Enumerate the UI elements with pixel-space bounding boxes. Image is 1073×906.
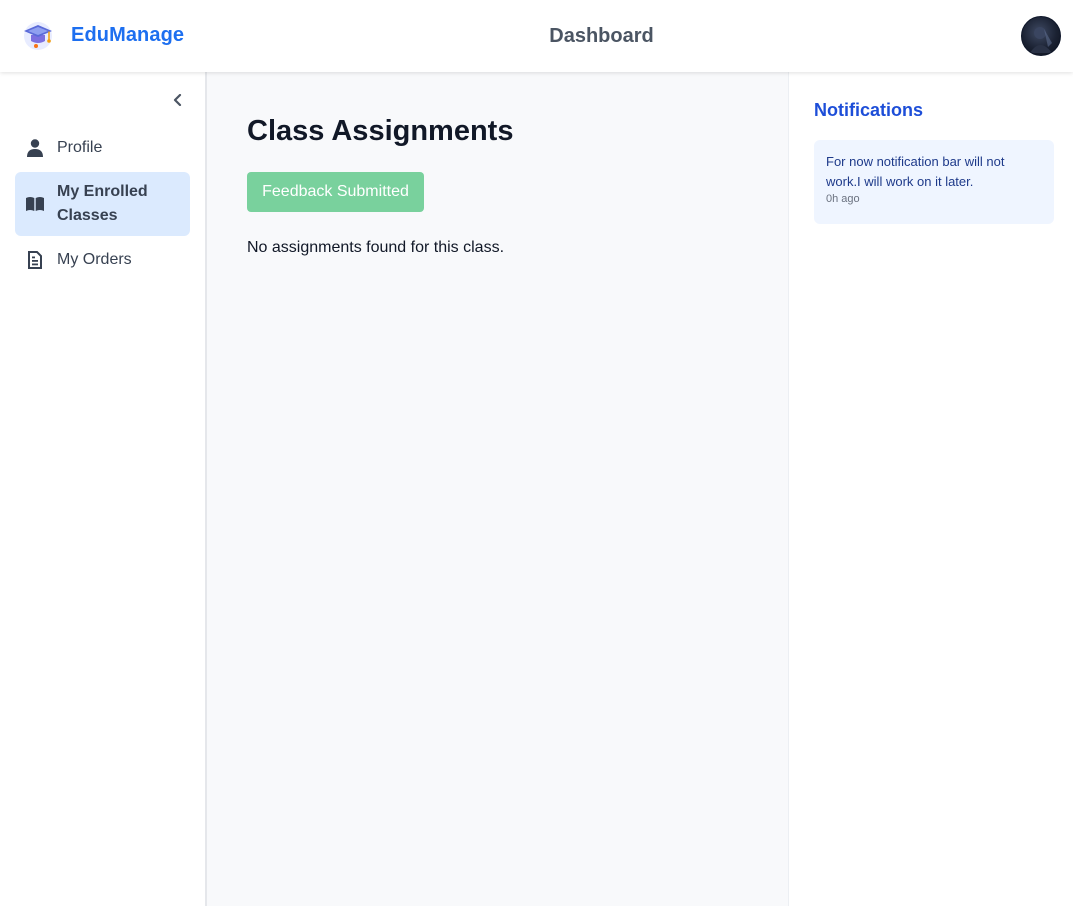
notifications-panel: Notifications For now notification bar w… [788,72,1073,906]
sidebar-item-label: My Orders [57,251,132,268]
notifications-title: Notifications [814,100,924,120]
sidebar-item-profile[interactable]: Profile [15,136,190,160]
user-icon [25,138,45,158]
sidebar: Profile My Enrolled Classes My Orders [0,72,207,906]
notification-message: For now notification bar will not work.I… [826,154,1005,189]
sidebar-item-my-enrolled-classes[interactable]: My Enrolled Classes [15,172,190,236]
chevron-left-icon [173,94,182,106]
document-icon [25,250,45,270]
collapse-sidebar-button[interactable] [170,92,186,108]
notification-time: 0h ago [826,193,860,205]
sidebar-item-label: Profile [57,139,103,156]
notification-item[interactable]: For now notification bar will not work.I… [814,140,1054,224]
avatar-image-icon [1030,27,1052,53]
main-content: Class Assignments Feedback Submitted No … [207,72,788,906]
feedback-submitted-button[interactable]: Feedback Submitted [247,172,424,212]
section-title: Class Assignments [247,115,514,147]
empty-state-message: No assignments found for this class. [247,239,505,256]
sidebar-item-label: My Enrolled Classes [57,183,148,224]
sidebar-item-my-orders[interactable]: My Orders [15,248,190,272]
user-avatar[interactable] [1021,16,1061,56]
page-title: Dashboard [549,25,654,47]
top-bar: EduManage Dashboard [0,0,1073,72]
book-icon [25,194,45,214]
